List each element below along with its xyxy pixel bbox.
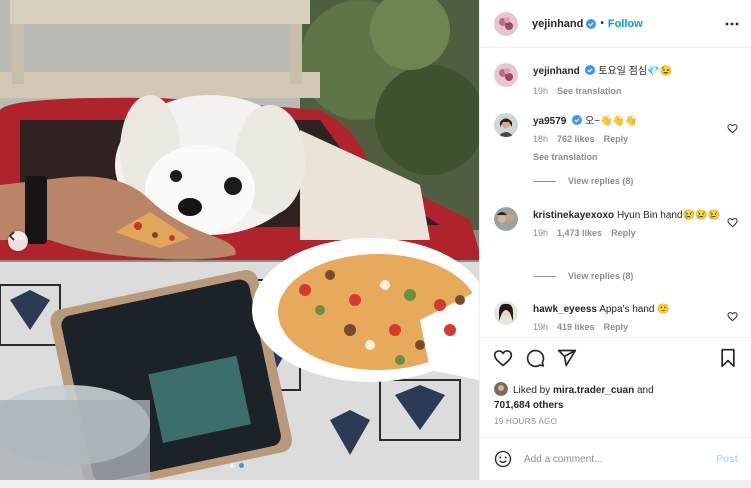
chevron-left-icon <box>8 231 15 241</box>
post-actions: Liked by mira.trader_cuan and 701,684 ot… <box>480 337 751 437</box>
commenter-avatar[interactable] <box>494 113 518 137</box>
likes-count[interactable]: 701,684 others <box>494 400 564 411</box>
verified-badge-icon <box>585 65 596 75</box>
reply-line <box>534 275 556 277</box>
liker-username[interactable]: mira.trader_cuan <box>553 385 634 396</box>
comment-likes[interactable]: 419 likes <box>557 321 595 334</box>
comment-text: 오~👋👋👋 <box>584 116 638 127</box>
post-header: yejinhand • Follow <box>480 0 751 48</box>
caption-age: 19h <box>533 86 549 96</box>
heart-icon[interactable] <box>727 311 738 322</box>
carousel-indicator <box>230 463 244 468</box>
post-timestamp[interactable]: 19 HOURS AGO <box>494 417 557 426</box>
author-avatar[interactable] <box>494 63 518 87</box>
reply-button[interactable]: Reply <box>604 133 629 146</box>
reply-button[interactable]: Reply <box>604 321 629 334</box>
liked-by-and: and <box>636 385 654 396</box>
like-heart-icon[interactable] <box>493 348 513 368</box>
carousel-prev-button[interactable] <box>8 231 28 251</box>
separator-dot: • <box>600 18 604 29</box>
view-replies-button[interactable]: View replies (8) <box>534 176 633 186</box>
author-avatar[interactable] <box>494 11 518 36</box>
comments-list: yejinhand 토요일 점심💎😉 19h See translation y… <box>480 49 751 337</box>
comment-age: 19h <box>533 322 549 332</box>
more-horizontal-icon[interactable] <box>724 16 740 32</box>
comment-likes[interactable]: 762 likes <box>557 133 595 146</box>
view-replies-button[interactable]: View replies (8) <box>534 271 633 281</box>
comment-username[interactable]: hawk_eyeess <box>533 304 597 315</box>
likes-summary: Liked by mira.trader_cuan and 701,684 ot… <box>494 382 744 413</box>
caption-username[interactable]: yejinhand <box>533 66 580 77</box>
verified-badge-icon <box>572 115 583 125</box>
carousel-dot <box>230 463 235 468</box>
commenter-avatar[interactable] <box>494 207 518 231</box>
post-image[interactable] <box>0 0 479 480</box>
caption-text: 토요일 점심💎😉 <box>598 66 672 77</box>
comment-icon[interactable] <box>525 348 545 368</box>
window-bottom-edge <box>0 480 751 488</box>
reply-button[interactable]: Reply <box>611 227 636 240</box>
comment-username[interactable]: ya9579 <box>533 116 566 127</box>
liker-avatar[interactable] <box>494 382 508 396</box>
bookmark-icon[interactable] <box>718 348 738 368</box>
view-replies-label: View replies (8) <box>568 176 634 186</box>
liked-by-prefix: Liked by <box>513 385 551 396</box>
comment-age: 18h <box>533 134 549 144</box>
paper-plane-icon[interactable] <box>557 348 577 368</box>
heart-icon[interactable] <box>727 217 738 228</box>
comment-text: Appa's hand 🙂 <box>599 304 670 315</box>
comment-composer: Post <box>480 437 751 480</box>
emoji-icon[interactable] <box>494 450 512 468</box>
verified-badge-icon <box>586 18 597 29</box>
comment-likes[interactable]: 1,473 likes <box>557 227 602 240</box>
see-translation-link[interactable]: See translation <box>533 151 723 164</box>
commenter-avatar[interactable] <box>494 301 518 325</box>
author-username[interactable]: yejinhand <box>532 18 583 30</box>
comment-input[interactable] <box>524 453 694 465</box>
post-side-panel: yejinhand • Follow yejinhand 토요일 점심💎😉 19… <box>479 0 751 480</box>
post-comment-button[interactable]: Post <box>716 454 738 465</box>
reply-line <box>534 180 556 182</box>
heart-icon[interactable] <box>727 123 738 134</box>
comment-age: 19h <box>533 228 549 238</box>
carousel-dot-active <box>239 463 244 468</box>
comment-username[interactable]: kristinekayexoxo <box>533 210 614 221</box>
post-photo <box>0 0 479 480</box>
see-translation-link[interactable]: See translation <box>557 85 622 98</box>
follow-button[interactable]: Follow <box>608 18 643 30</box>
view-replies-label: View replies (8) <box>568 271 634 281</box>
comment-text: Hyun Bin hand😢😢😢 <box>616 210 720 221</box>
